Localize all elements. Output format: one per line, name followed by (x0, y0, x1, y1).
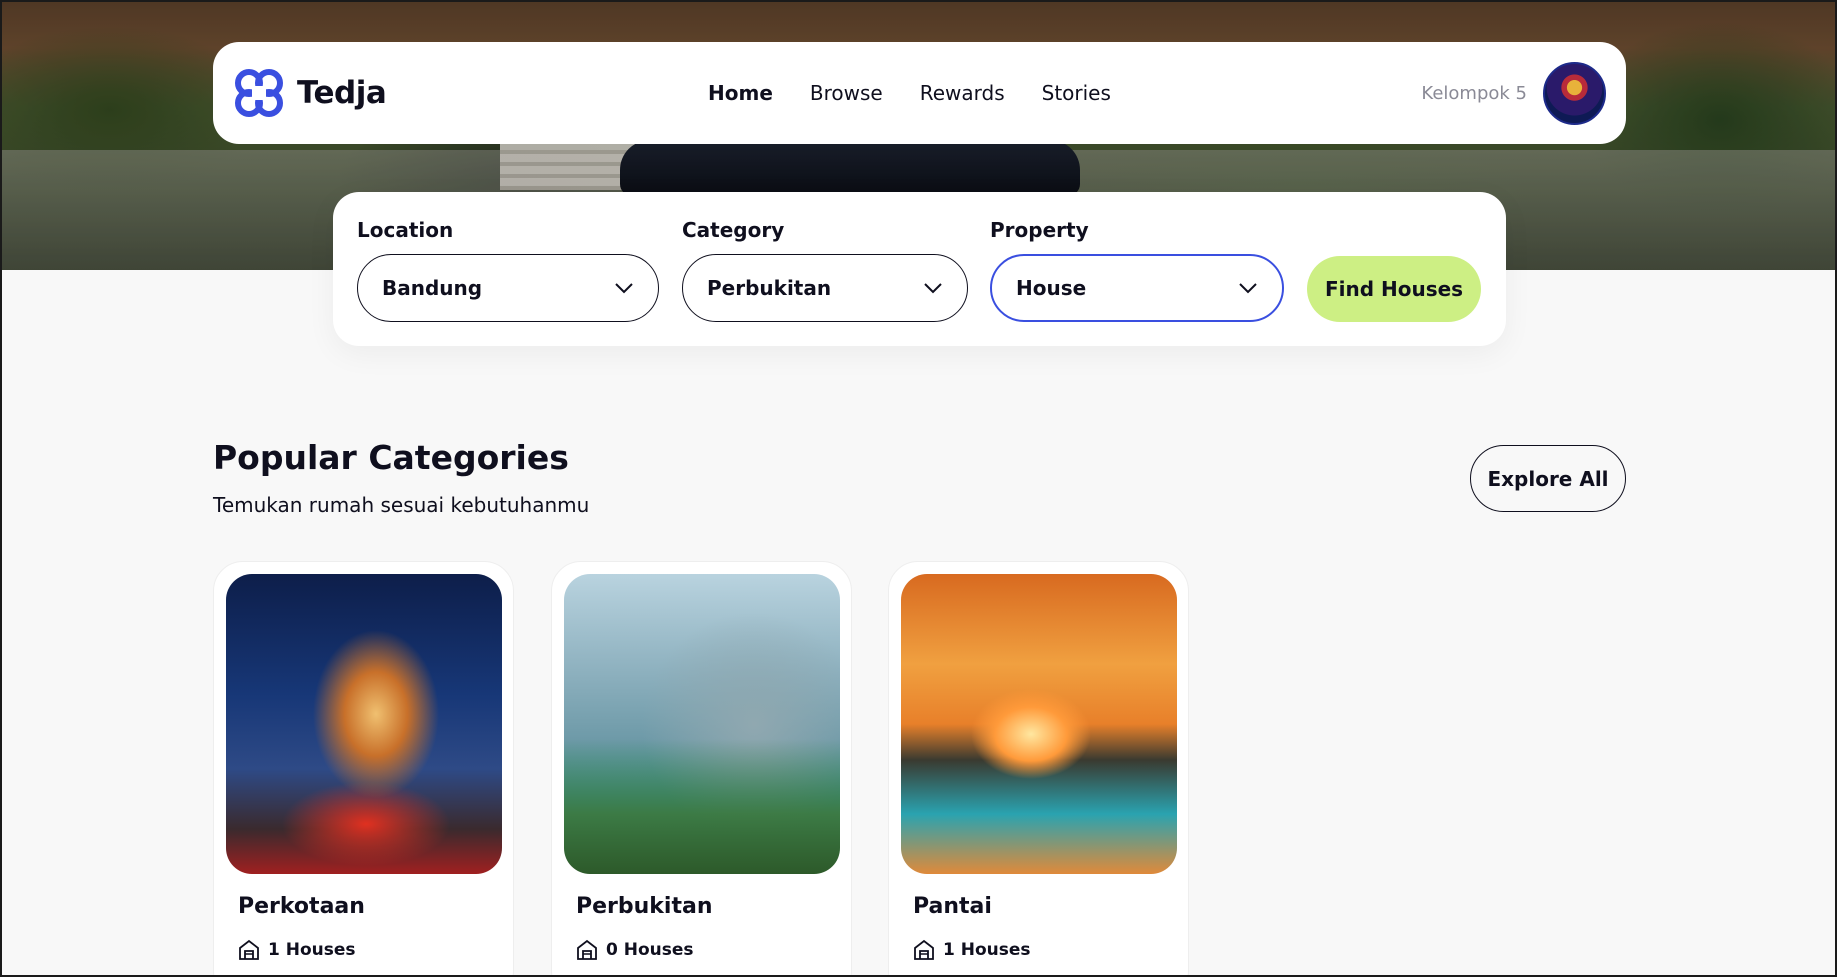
category-name: Perbukitan (576, 894, 713, 919)
page: Tedja Home Browse Rewards Stories Kelomp… (0, 0, 1837, 977)
location-field: Location Bandung (357, 218, 659, 322)
section-subtitle: Temukan rumah sesuai kebutuhanmu (213, 493, 590, 517)
category-select[interactable]: Perbukitan (682, 254, 968, 322)
category-meta: 0 Houses (576, 939, 694, 961)
category-meta: 1 Houses (238, 939, 356, 961)
category-name: Pantai (913, 894, 992, 919)
category-value: Perbukitan (707, 276, 832, 300)
property-select[interactable]: House (990, 254, 1284, 322)
clover-logo-icon (235, 69, 283, 117)
chevron-down-icon (924, 283, 942, 294)
property-field: Property House (990, 218, 1284, 322)
user-name: Kelompok 5 (1421, 82, 1527, 104)
property-value: House (1016, 276, 1087, 300)
category-count: 1 Houses (943, 940, 1031, 960)
category-count: 1 Houses (268, 940, 356, 960)
house-icon (239, 939, 259, 960)
brand[interactable]: Tedja (233, 67, 387, 119)
section-title: Popular Categories (213, 438, 569, 477)
nav-link-stories[interactable]: Stories (1042, 81, 1111, 105)
search-panel: Location Bandung Category Perbukitan Pro… (333, 192, 1506, 346)
location-label: Location (357, 218, 454, 242)
category-image-perkotaan (226, 574, 502, 874)
category-name: Perkotaan (238, 894, 365, 919)
explore-all-button[interactable]: Explore All (1470, 445, 1626, 512)
location-select[interactable]: Bandung (357, 254, 659, 322)
category-image-perbukitan (564, 574, 840, 874)
house-icon (577, 939, 597, 960)
avatar[interactable] (1543, 61, 1606, 125)
category-card-perbukitan[interactable]: Perbukitan 0 Houses (551, 561, 852, 977)
category-field: Category Perbukitan (682, 218, 968, 322)
nav-links: Home Browse Rewards Stories (708, 42, 1111, 144)
navbar: Tedja Home Browse Rewards Stories Kelomp… (213, 42, 1626, 144)
location-value: Bandung (382, 276, 483, 300)
category-label: Category (682, 218, 785, 242)
house-icon (914, 939, 934, 960)
category-card-perkotaan[interactable]: Perkotaan 1 Houses (213, 561, 514, 977)
user-menu[interactable]: Kelompok 5 (1421, 42, 1606, 144)
category-image-pantai (901, 574, 1177, 874)
category-meta: 1 Houses (913, 939, 1031, 961)
category-count: 0 Houses (606, 940, 694, 960)
find-houses-button[interactable]: Find Houses (1307, 256, 1481, 322)
nav-link-home[interactable]: Home (708, 81, 773, 105)
category-card-pantai[interactable]: Pantai 1 Houses (888, 561, 1189, 977)
property-label: Property (990, 218, 1089, 242)
nav-link-rewards[interactable]: Rewards (920, 81, 1005, 105)
nav-link-browse[interactable]: Browse (810, 81, 883, 105)
chevron-down-icon (615, 283, 633, 294)
brand-name: Tedja (297, 75, 387, 111)
chevron-down-icon (1239, 283, 1257, 294)
